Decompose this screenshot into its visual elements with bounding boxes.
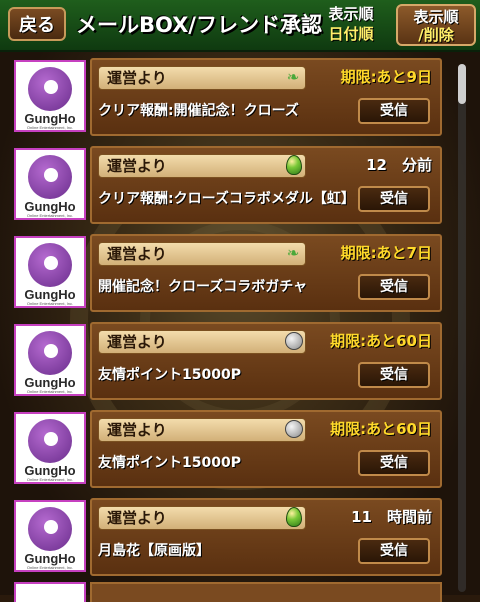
avatar-logo-subtext: Online Entertainment, Inc. [26, 477, 74, 482]
sort-order-value: 日付順 [328, 25, 374, 43]
mail-panel: 運営より ❧ 期限:あと9日 クリア報酬:開催記念！クローズ 受信 [90, 58, 442, 136]
avatar-partial [14, 582, 86, 602]
sort-order-label: 表示順 [328, 5, 374, 23]
receive-button[interactable]: 受信 [358, 274, 430, 300]
avatar-logo-subtext: Online Entertainment, Inc. [26, 125, 74, 130]
avatar-logo-subtext: Online Entertainment, Inc. [26, 389, 74, 394]
mail-subject: 開催記念！クローズコラボガチャ [98, 279, 308, 295]
receive-button[interactable]: 受信 [358, 450, 430, 476]
mail-deadline: 12 分前 [366, 156, 432, 174]
receive-button[interactable]: 受信 [358, 98, 430, 124]
back-button[interactable]: 戻る [8, 7, 66, 41]
sender-label: 運営より [98, 66, 306, 90]
sender-avatar[interactable]: GungHo Online Entertainment, Inc. [14, 500, 86, 572]
gungho-logo-hole [44, 344, 58, 358]
mail-row[interactable]: GungHo Online Entertainment, Inc. 運営より 期… [14, 322, 444, 410]
mail-deadline: 期限:あと60日 [330, 420, 432, 438]
mail-subject: 友情ポイント15000P [98, 367, 241, 383]
mail-row[interactable]: GungHo Online Entertainment, Inc. 運営より ❧… [14, 234, 444, 322]
sender-label: 運営より [98, 242, 306, 266]
avatar-logo-text: GungHo [24, 199, 76, 214]
receive-button[interactable]: 受信 [358, 186, 430, 212]
sort-order-indicator: 表示順 日付順 [320, 4, 382, 44]
sender-avatar[interactable]: GungHo Online Entertainment, Inc. [14, 148, 86, 220]
mail-row[interactable]: GungHo Online Entertainment, Inc. 運営より 1… [14, 146, 444, 234]
receive-button[interactable]: 受信 [358, 538, 430, 564]
avatar-logo-text: GungHo [24, 463, 76, 478]
mail-panel: 運営より 11 時間前 月島花【原画版】 受信 [90, 498, 442, 576]
mail-subject: クリア報酬:クローズコラボメダル【虹】 ×2 [98, 191, 358, 207]
header-bar: 戻る メールBOX/フレンド承認 表示順 日付順 表示順 /削除 [0, 0, 480, 52]
mail-row[interactable]: GungHo Online Entertainment, Inc. 運営より 1… [14, 498, 444, 586]
avatar-logo-text: GungHo [24, 111, 76, 126]
mail-deadline: 期限:あと7日 [340, 244, 432, 262]
avatar-logo-subtext: Online Entertainment, Inc. [26, 301, 74, 306]
receive-button[interactable]: 受信 [358, 362, 430, 388]
sender-avatar[interactable]: GungHo Online Entertainment, Inc. [14, 412, 86, 484]
scrollbar[interactable] [458, 64, 466, 592]
mail-panel-partial [90, 582, 442, 602]
mail-deadline: 期限:あと9日 [340, 68, 432, 86]
mail-list: GungHo Online Entertainment, Inc. 運営より ❧… [14, 58, 444, 586]
dragon-icon: ❧ [286, 244, 300, 262]
page-title: メールBOX/フレンド承認 [76, 13, 322, 37]
mail-subject: 月島花【原画版】 [98, 543, 210, 559]
sender-avatar[interactable]: GungHo Online Entertainment, Inc. [14, 236, 86, 308]
mail-row[interactable]: GungHo Online Entertainment, Inc. 運営より 期… [14, 410, 444, 498]
avatar-logo-text: GungHo [24, 287, 76, 302]
avatar-logo-subtext: Online Entertainment, Inc. [26, 565, 74, 570]
sender-label: 運営より [98, 418, 306, 442]
sender-avatar[interactable]: GungHo Online Entertainment, Inc. [14, 60, 86, 132]
coin-icon [285, 332, 303, 350]
gungho-logo-hole [44, 432, 58, 446]
coin-icon [285, 420, 303, 438]
mail-subject: クリア報酬:開催記念！クローズ [98, 103, 299, 119]
sender-label: 運営より [98, 154, 306, 178]
avatar-logo-text: GungHo [24, 551, 76, 566]
sort-delete-button-label-2: /削除 [418, 26, 454, 44]
mail-deadline: 11 時間前 [351, 508, 432, 526]
egg-icon [286, 507, 302, 527]
gungho-logo-hole [44, 256, 58, 270]
sort-delete-button[interactable]: 表示順 /削除 [396, 4, 476, 46]
avatar-logo-subtext: Online Entertainment, Inc. [26, 213, 74, 218]
egg-icon [286, 155, 302, 175]
mail-panel: 運営より ❧ 期限:あと7日 開催記念！クローズコラボガチャ 受信 [90, 234, 442, 312]
mail-panel: 運営より 期限:あと60日 友情ポイント15000P 受信 [90, 410, 442, 488]
mail-panel: 運営より 12 分前 クリア報酬:クローズコラボメダル【虹】 ×2 受信 [90, 146, 442, 224]
mail-subject: 友情ポイント15000P [98, 455, 241, 471]
mail-deadline: 期限:あと60日 [330, 332, 432, 350]
mail-row[interactable]: GungHo Online Entertainment, Inc. 運営より ❧… [14, 58, 444, 146]
dragon-icon: ❧ [286, 68, 300, 86]
sender-label: 運営より [98, 330, 306, 354]
mail-panel: 運営より 期限:あと60日 友情ポイント15000P 受信 [90, 322, 442, 400]
gungho-logo-hole [44, 80, 58, 94]
gungho-logo-hole [44, 168, 58, 182]
sender-avatar[interactable]: GungHo Online Entertainment, Inc. [14, 324, 86, 396]
scrollbar-thumb[interactable] [458, 64, 466, 104]
sender-label: 運営より [98, 506, 306, 530]
avatar-logo-text: GungHo [24, 375, 76, 390]
sort-delete-button-label-1: 表示順 [413, 8, 459, 26]
mail-row-partial [14, 582, 444, 602]
gungho-logo-hole [44, 520, 58, 534]
